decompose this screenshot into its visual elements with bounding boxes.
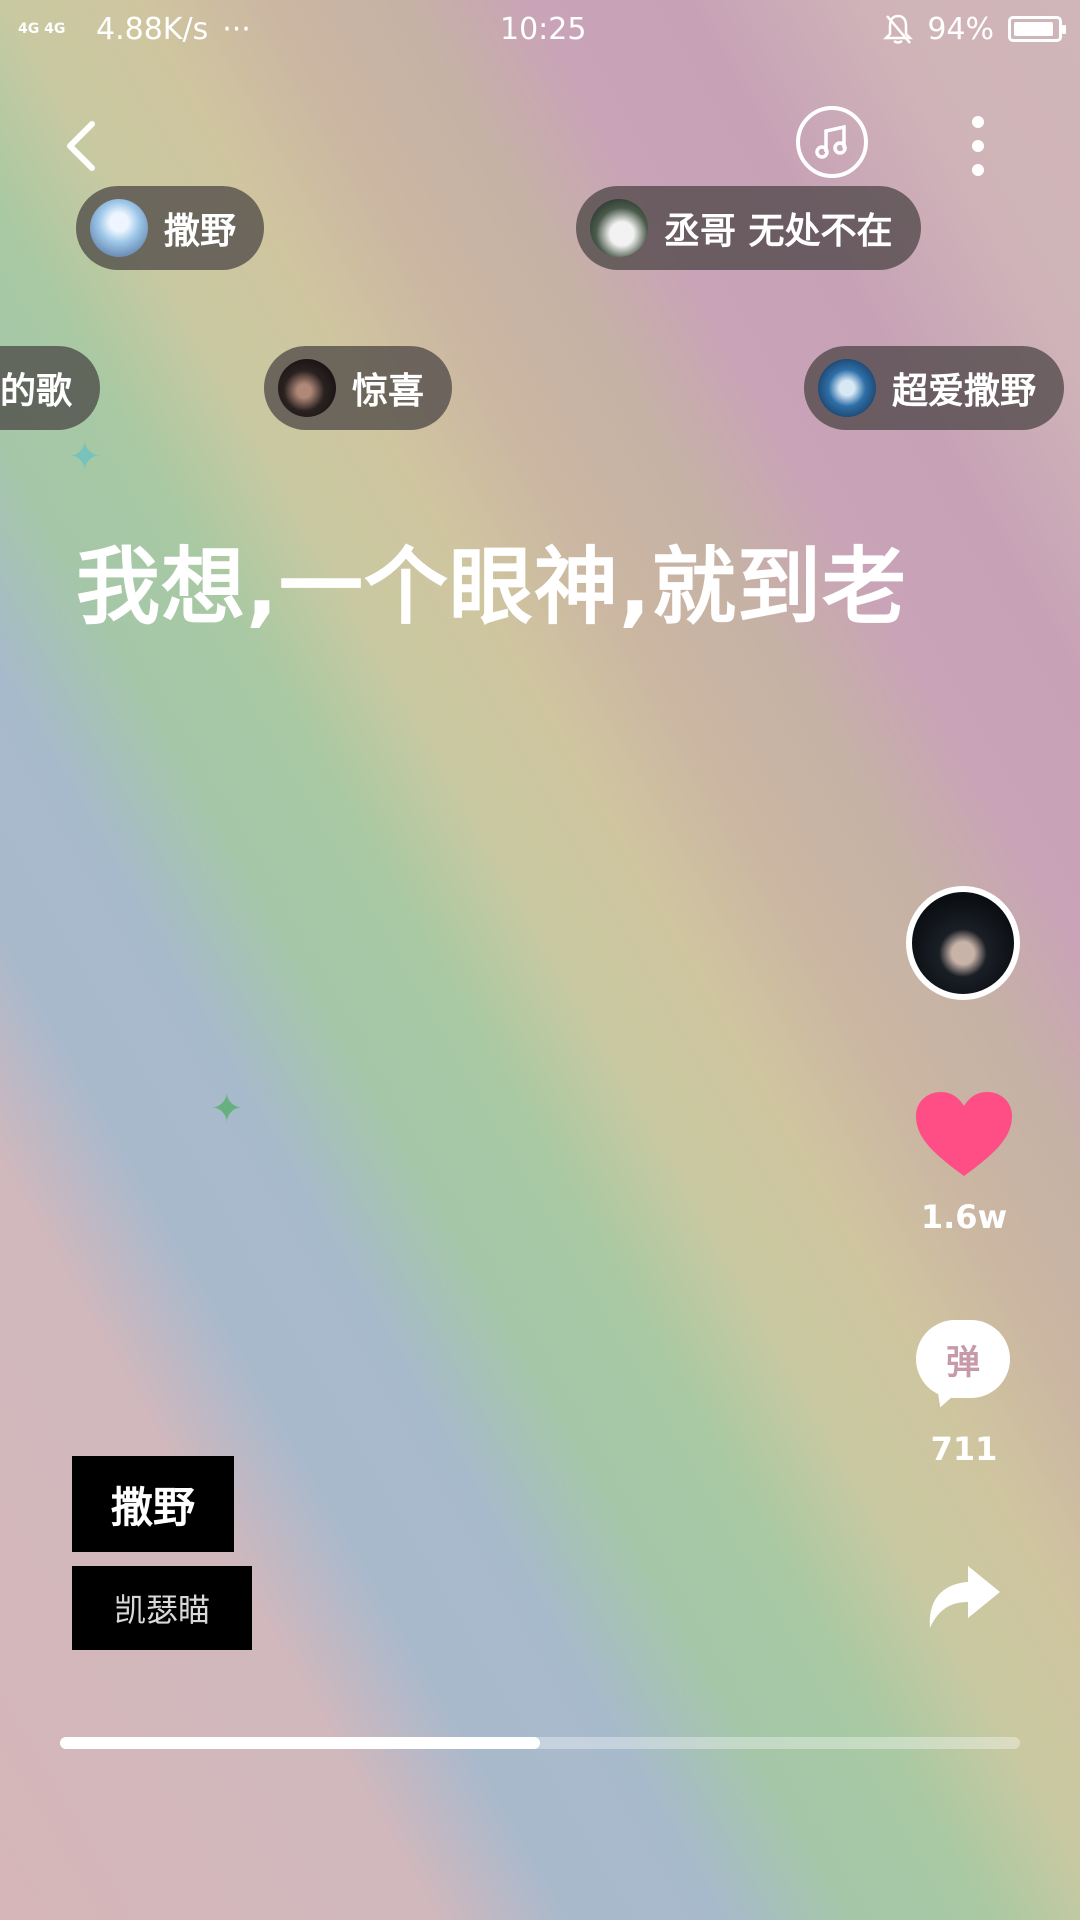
progress-bar[interactable] [60,1737,1020,1749]
music-note-icon [815,124,847,159]
progress-fill [60,1737,540,1749]
danmu-button[interactable]: 弹 [916,1320,1010,1412]
back-button[interactable] [62,116,102,176]
status-more: ··· [222,11,251,47]
battery-icon [1008,16,1066,42]
danmu-bubble[interactable]: 撒野 [76,186,265,270]
avatar [278,359,336,417]
more-dot [972,140,984,152]
bubble-text: 丞哥 无处不在 [664,211,893,252]
bubble-text: 惊喜 [352,371,425,412]
network-speed: 4.88K/s [96,11,209,47]
bell-off-icon [883,14,914,44]
danmu-label: 弹 [916,1320,1010,1398]
danmu-bubble[interactable]: 惊喜 [264,346,453,430]
heart-icon [916,1092,1012,1176]
like-button[interactable] [914,1090,1014,1180]
music-button[interactable] [796,106,868,178]
like-count: 1.6w [920,1198,1008,1236]
signal-icon: 4G 4G [18,21,66,37]
more-dot [972,116,984,128]
artist-name[interactable]: 凯瑟瞄 [72,1566,252,1650]
sparkle-icon: ✦ [68,434,102,480]
more-button[interactable] [966,116,990,176]
danmu-bubble[interactable]: 的歌 [0,346,101,430]
share-button[interactable] [920,1552,1004,1632]
bubble-text: 的歌 [0,371,73,412]
battery-percent: 94% [927,11,994,47]
avatar [90,199,148,257]
lyric-text: 我想,一个眼神,就到老 [76,538,907,636]
bubble-text: 超爱撒野 [892,371,1037,412]
danmu-bubble[interactable]: 超爱撒野 [804,346,1065,430]
avatar [590,199,648,257]
danmu-count: 711 [930,1430,998,1468]
danmu-bubble[interactable]: 丞哥 无处不在 [576,186,921,270]
sparkle-icon: ✦ [210,1086,244,1132]
avatar [818,359,876,417]
song-title[interactable]: 撒野 [72,1456,234,1552]
more-dot [972,164,984,176]
bubble-text: 撒野 [164,211,237,252]
share-icon [929,1566,1000,1628]
status-time: 10:25 [500,11,587,47]
status-bar: 4G 4G 4.88K/s ··· 10:25 94% [0,0,1080,58]
creator-avatar[interactable] [906,886,1020,1000]
